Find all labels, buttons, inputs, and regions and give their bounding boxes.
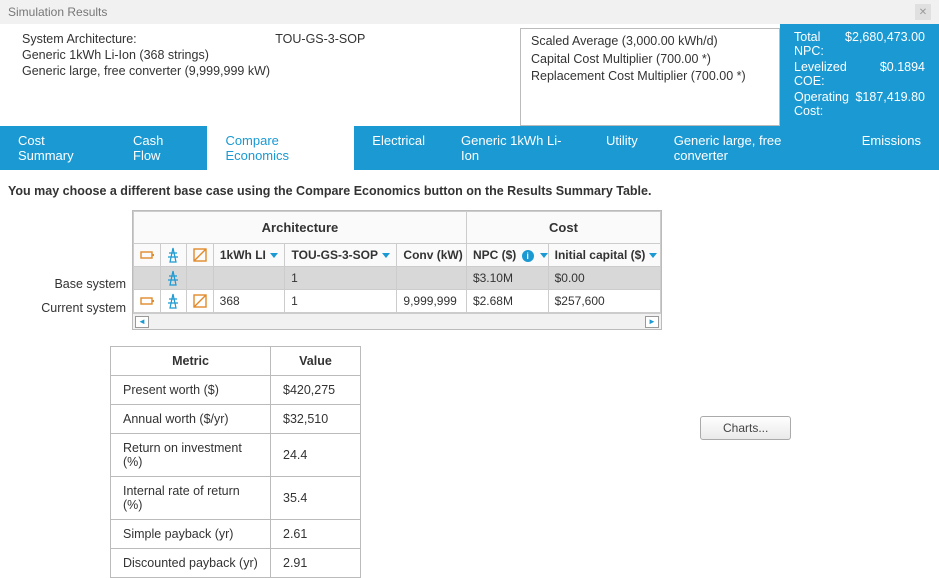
close-icon[interactable]: ✕ [915, 4, 931, 20]
filter-icon[interactable] [270, 253, 278, 258]
cell-icon [134, 290, 161, 313]
arch-line2: Generic 1kWh Li-Ion (368 strings) [22, 48, 520, 62]
col-tower-icon[interactable] [160, 244, 187, 267]
window-title: Simulation Results [8, 5, 107, 19]
tab-compare-economics[interactable]: Compare Economics [207, 126, 354, 170]
instruction-text: You may choose a different base case usi… [0, 170, 939, 210]
label-base: Base system [26, 272, 126, 296]
metric-header: Metric [111, 347, 271, 376]
arch-label: System Architecture: [22, 32, 272, 46]
op-value: $187,419.80 [855, 90, 925, 118]
totals-panel: Total NPC:$2,680,473.00 Levelized COE:$0… [780, 24, 939, 126]
cell-li [213, 267, 284, 290]
metric-name: Return on investment (%) [111, 434, 271, 477]
charts-button[interactable]: Charts... [700, 416, 791, 440]
coe-value: $0.1894 [880, 60, 925, 88]
table-row-current[interactable]: 368 1 9,999,999 $2.68M $257,600 [134, 290, 661, 313]
tab-emissions[interactable]: Emissions [844, 126, 939, 170]
col-tou[interactable]: TOU-GS-3-SOP [285, 244, 397, 267]
metric-row: Simple payback (yr)2.61 [111, 520, 361, 549]
tab-bar: Cost SummaryCash FlowCompare EconomicsEl… [0, 126, 939, 170]
value-header: Value [271, 347, 361, 376]
metric-row: Annual worth ($/yr)$32,510 [111, 405, 361, 434]
cell-li: 368 [213, 290, 284, 313]
system-architecture: System Architecture: TOU-GS-3-SOP Generi… [0, 30, 520, 126]
sens-line3: Replacement Cost Multiplier (700.00 *) [531, 68, 769, 86]
group-architecture: Architecture [134, 212, 467, 244]
col-npc[interactable]: NPC ($) i [466, 244, 548, 267]
scroll-right-icon[interactable]: ► [645, 316, 659, 328]
sens-line1: Scaled Average (3,000.00 kWh/d) [531, 33, 769, 51]
metric-value: 35.4 [271, 477, 361, 520]
group-cost: Cost [466, 212, 660, 244]
metric-row: Return on investment (%)24.4 [111, 434, 361, 477]
tab-electrical[interactable]: Electrical [354, 126, 443, 170]
col-conv[interactable]: Conv (kW) [397, 244, 467, 267]
tab-generic-1kwh-li-ion[interactable]: Generic 1kWh Li-Ion [443, 126, 588, 170]
horizontal-scrollbar[interactable]: ◄ ► [133, 313, 661, 329]
col-capital[interactable]: Initial capital ($) [548, 244, 660, 267]
cell-icon [187, 290, 214, 313]
tab-utility[interactable]: Utility [588, 126, 656, 170]
metric-name: Internal rate of return (%) [111, 477, 271, 520]
metric-value: $32,510 [271, 405, 361, 434]
tab-generic-large-free-converter[interactable]: Generic large, free converter [656, 126, 844, 170]
metric-value: 2.91 [271, 549, 361, 578]
cell-conv: 9,999,999 [397, 290, 467, 313]
op-label: Operating Cost: [794, 90, 855, 118]
coe-label: Levelized COE: [794, 60, 880, 88]
col-1kwh-li[interactable]: 1kWh LI [213, 244, 284, 267]
col-battery-icon[interactable] [134, 244, 161, 267]
metrics-table: Metric Value Present worth ($)$420,275An… [110, 346, 361, 578]
filter-icon[interactable] [540, 253, 548, 258]
npc-value: $2,680,473.00 [845, 30, 925, 58]
npc-label: Total NPC: [794, 30, 845, 58]
arch-tariff: TOU-GS-3-SOP [275, 32, 365, 46]
scroll-left-icon[interactable]: ◄ [135, 316, 149, 328]
cell-tou: 1 [285, 290, 397, 313]
arch-line3: Generic large, free converter (9,999,999… [22, 64, 520, 78]
col-converter-icon[interactable] [187, 244, 214, 267]
info-icon[interactable]: i [522, 250, 534, 262]
metric-name: Present worth ($) [111, 376, 271, 405]
cell-npc: $3.10M [466, 267, 548, 290]
metric-name: Discounted payback (yr) [111, 549, 271, 578]
filter-icon[interactable] [382, 253, 390, 258]
table-row-base[interactable]: 1 $3.10M $0.00 [134, 267, 661, 290]
title-bar: Simulation Results ✕ [0, 0, 939, 24]
cell-icon [160, 290, 187, 313]
metric-name: Annual worth ($/yr) [111, 405, 271, 434]
tab-cash-flow[interactable]: Cash Flow [115, 126, 207, 170]
metric-row: Discounted payback (yr)2.91 [111, 549, 361, 578]
filter-icon[interactable] [649, 253, 657, 258]
metric-value: 2.61 [271, 520, 361, 549]
row-labels: Base system Current system [26, 272, 126, 320]
tab-cost-summary[interactable]: Cost Summary [0, 126, 115, 170]
cell-icon [160, 267, 187, 290]
cell-icon [187, 267, 214, 290]
metric-value: $420,275 [271, 376, 361, 405]
cell-icon [134, 267, 161, 290]
cell-cap: $257,600 [548, 290, 660, 313]
metric-row: Present worth ($)$420,275 [111, 376, 361, 405]
cell-npc: $2.68M [466, 290, 548, 313]
sens-line2: Capital Cost Multiplier (700.00 *) [531, 51, 769, 69]
header-block: System Architecture: TOU-GS-3-SOP Generi… [0, 24, 939, 126]
cell-tou: 1 [285, 267, 397, 290]
metric-row: Internal rate of return (%)35.4 [111, 477, 361, 520]
metric-value: 24.4 [271, 434, 361, 477]
cell-cap: $0.00 [548, 267, 660, 290]
label-current: Current system [26, 296, 126, 320]
metric-name: Simple payback (yr) [111, 520, 271, 549]
architecture-grid: Architecture Cost 1kWh LI TOU-GS-3-SOP C… [132, 210, 662, 330]
sensitivity-box: Scaled Average (3,000.00 kWh/d) Capital … [520, 28, 780, 126]
cell-conv [397, 267, 467, 290]
